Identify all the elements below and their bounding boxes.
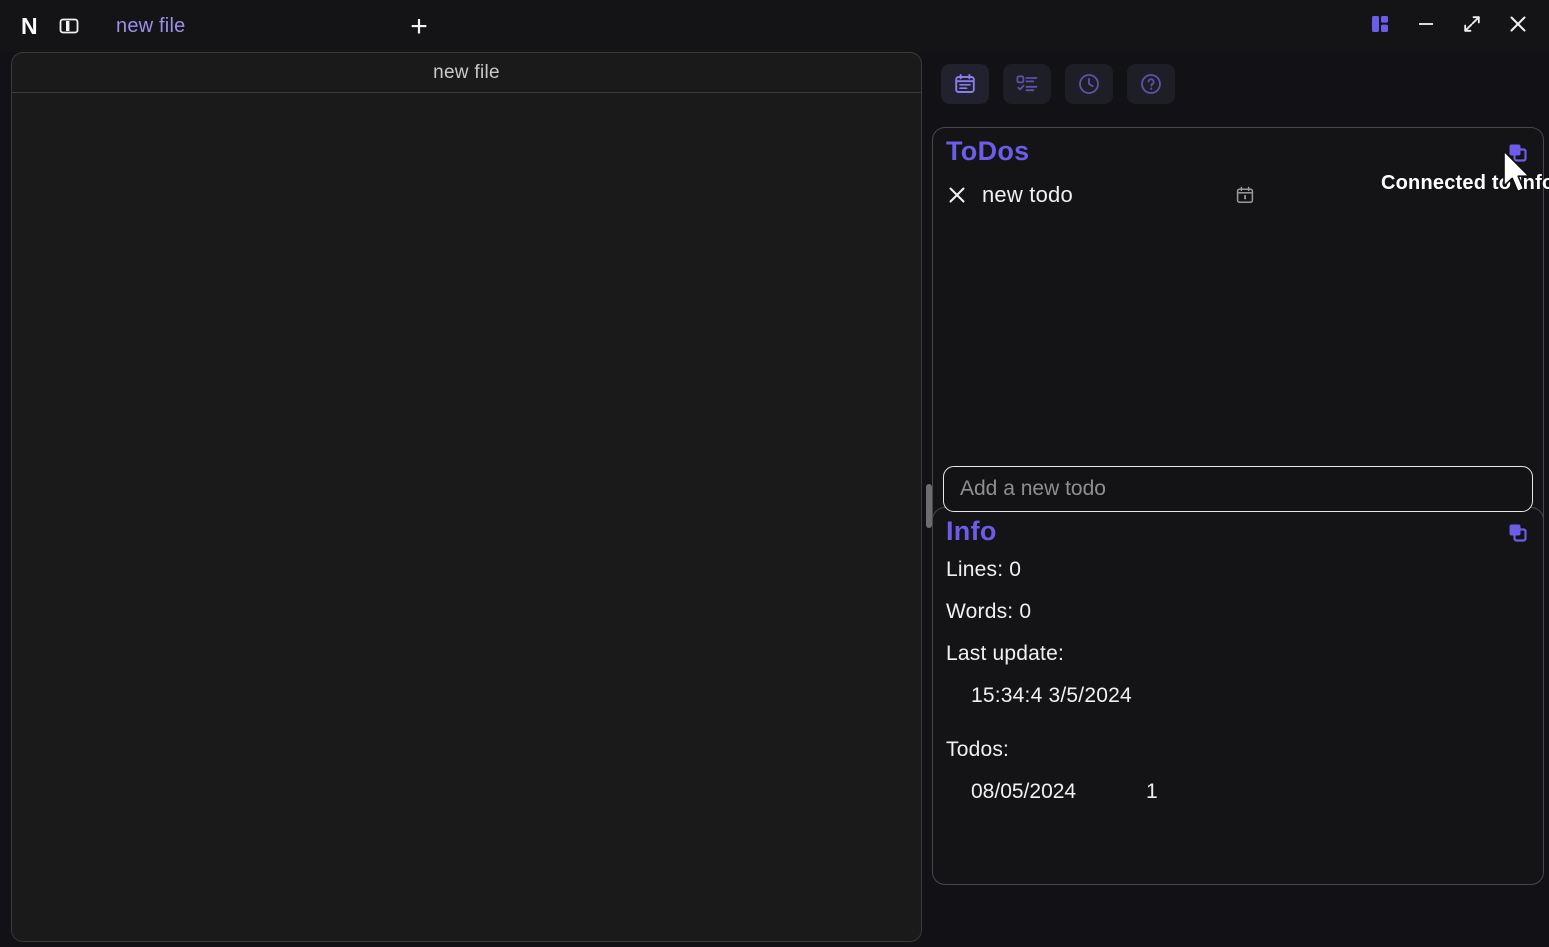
history-button[interactable] <box>1065 64 1113 104</box>
maximize-button[interactable] <box>1449 1 1495 47</box>
info-words-count: Words: 0 <box>946 600 1032 623</box>
question-circle-icon <box>1141 74 1161 94</box>
editor-text-area[interactable] <box>12 93 921 941</box>
tab-new-file[interactable]: new file <box>106 11 195 42</box>
info-todos-count: 1 <box>1146 780 1158 803</box>
editor-header: new file <box>12 53 921 93</box>
connect-copy-icon[interactable] <box>1507 522 1529 544</box>
info-todos-row: 08/05/2024 1 <box>971 780 1526 804</box>
editor-pane: new file <box>11 52 922 942</box>
add-tab-button[interactable]: + <box>404 12 434 42</box>
connected-tooltip: Connected to Info <box>1381 172 1549 194</box>
n-logo-icon: N <box>20 12 38 39</box>
todos-button[interactable] <box>1003 64 1051 104</box>
clock-icon <box>1079 74 1099 94</box>
tab-strip: new file <box>106 0 1549 52</box>
info-card: Info Lines: 0 Words: 0 Last update: 15:3… <box>932 507 1544 885</box>
info-body: Lines: 0 Words: 0 Last update: 15:34:4 3… <box>946 558 1526 804</box>
info-last-update-label: Last update: <box>946 642 1064 665</box>
todo-item-label: new todo <box>982 182 1073 207</box>
info-card-title: Info <box>946 516 997 546</box>
new-todo-input[interactable] <box>943 466 1533 512</box>
title-bar-left: N <box>0 13 82 39</box>
title-bar: N new file + <box>0 0 1549 52</box>
connect-copy-icon[interactable] <box>1507 142 1529 164</box>
help-button[interactable] <box>1127 64 1175 104</box>
close-button[interactable] <box>1495 1 1541 47</box>
layout-panel-button[interactable] <box>1357 1 1403 47</box>
right-pane-toolbar <box>932 52 1544 110</box>
new-todo-input-wrap <box>943 466 1533 512</box>
calendar-icon[interactable] <box>1235 185 1255 205</box>
editor-file-title: new file <box>433 61 500 83</box>
checklist-icon <box>1016 75 1038 92</box>
info-last-update-value: 15:34:4 3/5/2024 <box>971 684 1132 707</box>
window-controls <box>1357 0 1541 48</box>
notes-button[interactable] <box>941 64 989 104</box>
info-todos-date: 08/05/2024 <box>971 780 1077 803</box>
close-icon[interactable] <box>946 184 968 206</box>
sidebar-toggle-icon[interactable] <box>56 13 82 39</box>
info-todos-label: Todos: <box>946 738 1010 761</box>
app-window: N new file + new file ToDos new todo Inf… <box>0 0 1549 947</box>
notes-calendar-icon <box>955 74 975 93</box>
info-lines-count: Lines: 0 <box>946 558 1022 581</box>
todos-card-title: ToDos <box>946 136 1030 166</box>
minimize-button[interactable] <box>1403 1 1449 47</box>
